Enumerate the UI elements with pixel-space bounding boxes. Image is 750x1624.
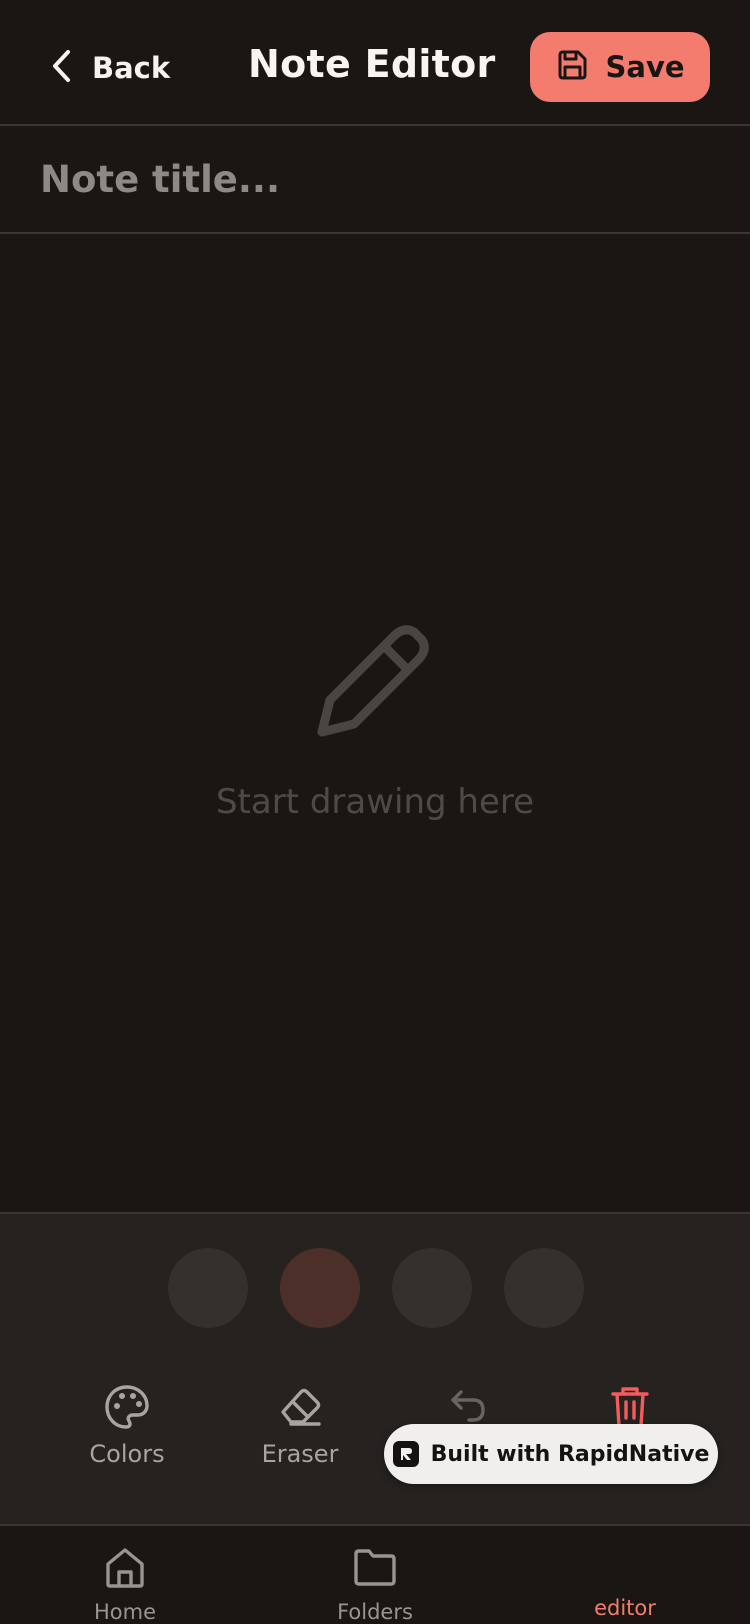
- nav-item-editor[interactable]: editor: [525, 1544, 725, 1620]
- built-with-badge[interactable]: Built with RapidNative: [384, 1424, 718, 1484]
- color-swatch-2[interactable]: [280, 1248, 360, 1328]
- chevron-left-icon: [50, 48, 74, 88]
- nav-home-label: Home: [93, 1600, 156, 1624]
- eraser-tool-label: Eraser: [261, 1440, 339, 1468]
- color-swatch-4[interactable]: [504, 1248, 584, 1328]
- canvas-hint: Start drawing here: [215, 782, 535, 822]
- title-row: [0, 126, 750, 234]
- badge-label: Built with RapidNative: [430, 1441, 710, 1467]
- colors-tool-label: Colors: [89, 1440, 165, 1468]
- header: Back Note Editor Save: [0, 0, 750, 126]
- bottom-nav: Home Folders editor: [0, 1526, 750, 1624]
- drawing-canvas[interactable]: Start drawing here: [0, 234, 750, 1212]
- palette-icon: [102, 1382, 152, 1432]
- color-swatch-1[interactable]: [168, 1248, 248, 1328]
- nav-folders-label: Folders: [337, 1600, 413, 1624]
- save-icon: [555, 48, 589, 86]
- back-label: Back: [92, 51, 171, 85]
- color-swatch-3[interactable]: [392, 1248, 472, 1328]
- rapidnative-logo-icon: [392, 1441, 419, 1467]
- eraser-icon: [275, 1382, 325, 1432]
- save-button[interactable]: Save: [530, 32, 710, 102]
- page-title: Note Editor: [248, 42, 496, 86]
- note-title-input[interactable]: [40, 148, 710, 210]
- home-icon: [102, 1544, 148, 1594]
- editor-icon: [602, 1544, 648, 1590]
- back-button[interactable]: Back: [50, 44, 170, 92]
- save-label: Save: [605, 50, 685, 84]
- pencil-icon: [317, 625, 429, 737]
- colors-tool-button[interactable]: Colors: [57, 1382, 197, 1468]
- note-editor-screen: Back Note Editor Save Start drawing here: [0, 0, 750, 1624]
- nav-item-home[interactable]: Home: [25, 1544, 225, 1624]
- folder-icon: [352, 1544, 398, 1594]
- eraser-tool-button[interactable]: Eraser: [230, 1382, 370, 1468]
- nav-item-folders[interactable]: Folders: [275, 1544, 475, 1624]
- nav-editor-label: editor: [594, 1596, 656, 1620]
